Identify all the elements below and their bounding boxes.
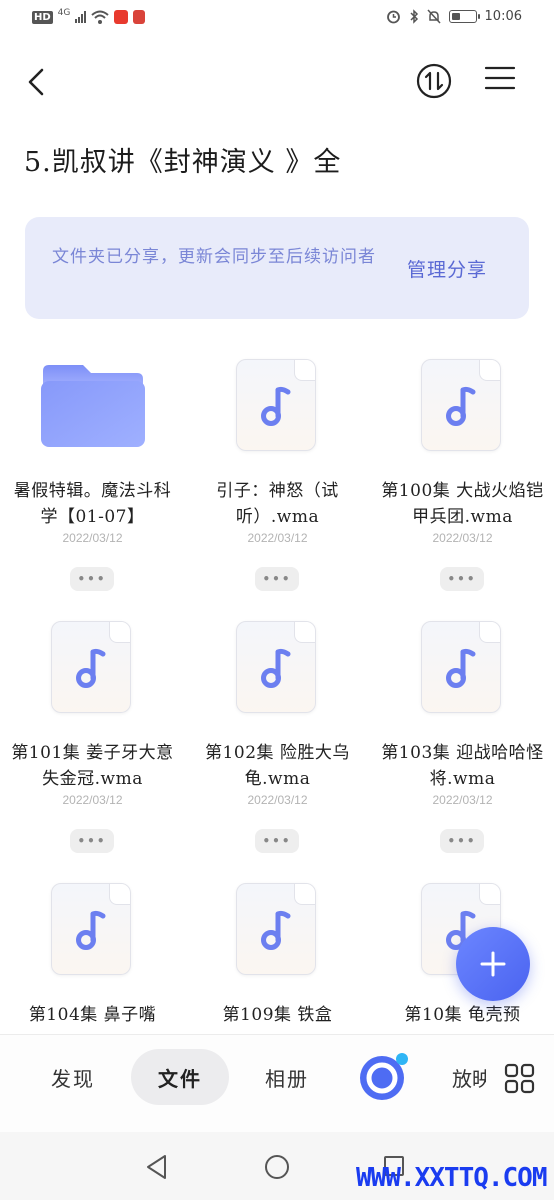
tab-screening[interactable]: 放映 xyxy=(452,1063,486,1092)
file-item[interactable]: 第102集 险胜大乌龟.wma 2022/03/12 ••• xyxy=(185,610,370,872)
audio-file-icon xyxy=(421,359,501,451)
audio-file-icon xyxy=(421,621,501,713)
more-options-button[interactable]: ••• xyxy=(440,829,484,853)
hamburger-icon xyxy=(484,66,516,90)
more-options-button[interactable]: ••• xyxy=(70,567,114,591)
nav-home-icon[interactable] xyxy=(265,1155,289,1179)
file-item[interactable]: 第100集 大战火焰铠甲兵团.wma 2022/03/12 ••• xyxy=(370,348,554,610)
file-name: 第101集 姜子牙大意失金冠.wma xyxy=(11,743,174,789)
more-options-button[interactable]: ••• xyxy=(255,567,299,591)
file-item[interactable]: 第101集 姜子牙大意失金冠.wma 2022/03/12 ••• xyxy=(0,610,185,872)
folder-icon xyxy=(41,356,145,456)
file-item[interactable]: 第103集 迎战哈哈怪将.wma 2022/03/12 ••• xyxy=(370,610,554,872)
more-options-button[interactable]: ••• xyxy=(70,829,114,853)
file-date: 2022/03/12 xyxy=(62,531,123,545)
book-app-icon xyxy=(133,10,146,24)
file-date: 2022/03/12 xyxy=(247,531,308,545)
clock: 10:06 xyxy=(484,9,522,24)
file-item[interactable]: 引子：神怒（试听）.wma 2022/03/12 ••• xyxy=(185,348,370,610)
file-name: 第104集 鼻子嘴 xyxy=(28,1005,157,1025)
more-options-button[interactable]: ••• xyxy=(255,829,299,853)
file-name: 暑假特辑。魔法斗科学【01-07】 xyxy=(13,481,172,527)
audio-file-icon xyxy=(236,621,316,713)
all-tabs-button[interactable] xyxy=(504,1063,536,1095)
network-type: 4G xyxy=(57,8,71,18)
audio-file-icon xyxy=(51,621,131,713)
share-notice: 文件夹已分享，更新会同步至后续访问者 xyxy=(52,247,376,267)
tab-files[interactable]: 文件 xyxy=(131,1049,229,1105)
audio-file-icon xyxy=(51,883,131,975)
sort-button[interactable] xyxy=(416,63,452,99)
file-name: 第102集 险胜大乌龟.wma xyxy=(205,743,350,789)
tab-discover[interactable]: 发现 xyxy=(51,1063,95,1092)
cloud-orbit-icon xyxy=(360,1053,408,1100)
file-name: 引子：神怒（试听）.wma xyxy=(216,481,339,527)
tab-album[interactable]: 相册 xyxy=(265,1063,309,1092)
nav-back-icon[interactable] xyxy=(145,1154,167,1180)
share-banner: 文件夹已分享，更新会同步至后续访问者 管理分享 xyxy=(25,217,529,319)
add-button[interactable] xyxy=(456,927,530,1001)
file-name: 第100集 大战火焰铠甲兵团.wma xyxy=(381,481,544,527)
more-options-button[interactable]: ••• xyxy=(440,567,484,591)
file-name: 第10集 龟壳预 xyxy=(404,1005,521,1025)
chevron-left-icon xyxy=(28,68,44,96)
file-name: 第103集 迎战哈哈怪将.wma xyxy=(381,743,544,789)
file-date: 2022/03/12 xyxy=(247,793,308,807)
file-date: 2022/03/12 xyxy=(62,793,123,807)
shopping-app-icon xyxy=(114,10,129,24)
audio-file-icon xyxy=(236,359,316,451)
alarm-icon xyxy=(386,10,400,24)
back-button[interactable] xyxy=(16,62,56,102)
signal-icon xyxy=(75,11,87,23)
watermark: WWW.XXTTQ.COM xyxy=(356,1163,547,1193)
grid-icon xyxy=(504,1063,535,1094)
battery-icon xyxy=(448,10,480,23)
file-date: 2022/03/12 xyxy=(432,531,493,545)
menu-button[interactable] xyxy=(484,64,520,100)
file-date: 2022/03/12 xyxy=(432,793,493,807)
page-title: 5.凯叔讲《封神演义 》全 xyxy=(24,147,342,178)
folder-item[interactable]: 暑假特辑。魔法斗科学【01-07】 2022/03/12 ••• xyxy=(0,348,185,610)
hd-badge: HD xyxy=(32,10,53,24)
manage-share-link[interactable]: 管理分享 xyxy=(407,255,487,282)
mute-icon xyxy=(426,9,441,24)
bottom-tab-bar: 发现 文件 相册 放映 xyxy=(0,1034,554,1132)
bluetooth-icon xyxy=(410,9,418,24)
audio-file-icon xyxy=(236,883,316,975)
center-tab[interactable] xyxy=(354,1049,410,1105)
status-bar: HD 4G 10:06 xyxy=(0,0,554,40)
plus-icon xyxy=(480,951,506,977)
sort-swap-icon xyxy=(416,63,452,99)
wifi-icon xyxy=(91,10,110,24)
file-name: 第109集 铁盒 xyxy=(222,1005,333,1025)
